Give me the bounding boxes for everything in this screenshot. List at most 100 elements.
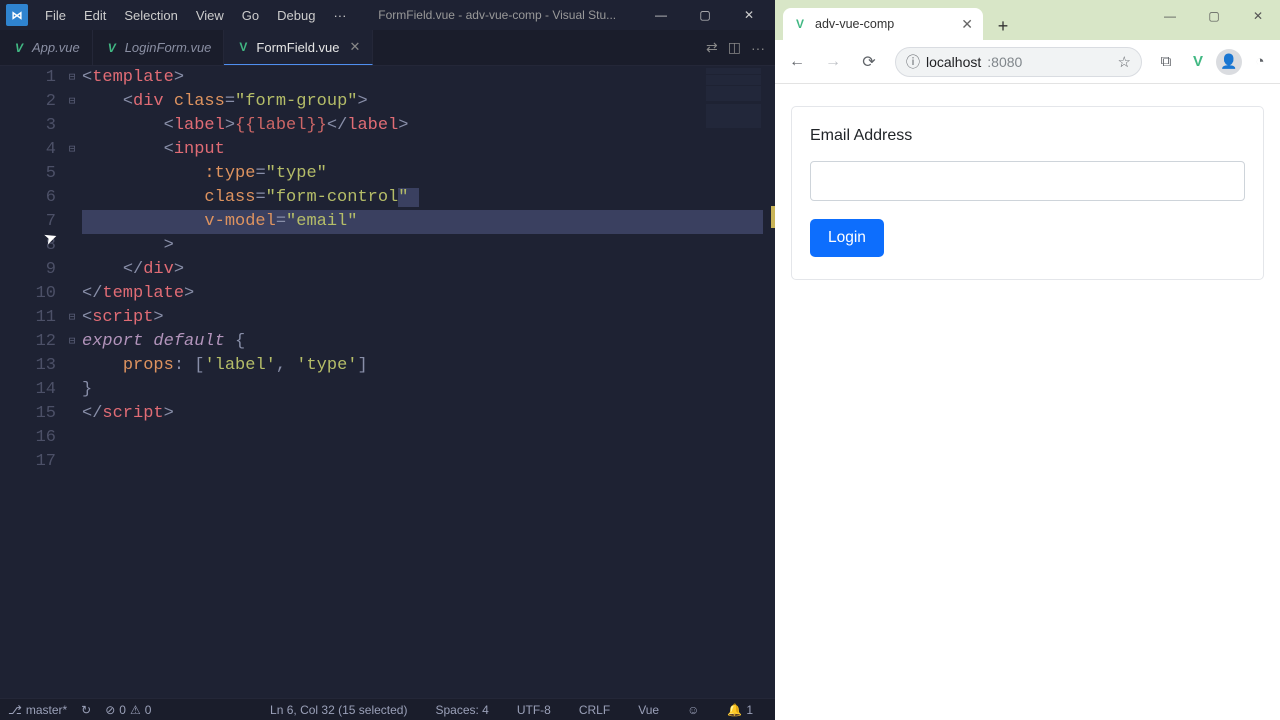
error-count: 0 [119,703,126,717]
line-number: 13 [0,354,58,378]
overview-marker [771,206,775,228]
minimize-button[interactable]: — [639,0,683,30]
maximize-button[interactable]: ▢ [1192,0,1236,32]
code-line: <div class="form-group"> [82,90,775,114]
back-button[interactable]: ← [781,46,813,78]
feedback-icon[interactable]: ☺ [687,703,699,717]
branch-icon: ⎇ [8,703,22,717]
menu-more[interactable]: ··· [324,4,355,27]
fold-toggle-icon[interactable]: ⊟ [62,90,82,114]
code-line: > [82,234,775,258]
vscode-menubar: File Edit Selection View Go Debug ··· [36,4,355,27]
tab-app-vue[interactable]: V App.vue [0,30,93,65]
tabs-actions: ⇄ ◫ ··· [696,30,775,65]
vue-devtools-icon[interactable]: V [1184,48,1212,76]
encoding[interactable]: UTF-8 [517,703,551,717]
email-label: Email Address [810,127,1245,145]
code-line: <template> [82,66,775,90]
fold-toggle-icon[interactable]: ⊟ [62,66,82,90]
warning-icon: ⚠ [130,703,141,717]
compare-changes-icon[interactable]: ⇄ [706,39,718,56]
address-bar[interactable]: ⓘ localhost:8080 ☆ [895,47,1142,77]
error-icon: ⊘ [105,703,115,717]
close-button[interactable]: ✕ [1236,0,1280,32]
tab-loginform-vue[interactable]: V LoginForm.vue [93,30,225,65]
vue-file-icon: V [12,41,26,55]
profile-avatar-icon[interactable]: 👤 [1216,49,1242,75]
new-tab-button[interactable]: + [989,12,1017,40]
code-content[interactable]: <template> <div class="form-group"> <lab… [82,66,775,698]
bookmark-star-icon[interactable]: ☆ [1118,53,1131,71]
menu-file[interactable]: File [36,4,75,27]
language-mode[interactable]: Vue [638,703,659,717]
git-branch[interactable]: ⎇ master* [8,703,67,717]
extension-icon[interactable]: ⧉ [1152,48,1180,76]
bell-icon: 🔔 [727,703,742,717]
tab-title: adv-vue-comp [815,17,953,31]
code-line: class="form-control" [82,186,775,210]
vue-favicon-icon: V [793,17,807,31]
code-line: <label>{{label}}</label> [82,114,775,138]
fold-toggle-icon[interactable]: ⊟ [62,138,82,162]
menu-edit[interactable]: Edit [75,4,115,27]
problems-errors[interactable]: ⊘ 0 ⚠ 0 [105,703,151,717]
tab-label: LoginForm.vue [125,40,212,55]
minimize-button[interactable]: — [1148,0,1192,32]
cursor-position[interactable]: Ln 6, Col 32 (15 selected) [270,703,407,717]
indentation[interactable]: Spaces: 4 [435,703,488,717]
code-line: </div> [82,258,775,282]
chrome-toolbar: ← → ⟳ ⓘ localhost:8080 ☆ ⧉ V 👤 ◔ [775,40,1280,84]
status-bar: ⎇ master* ↻ ⊘ 0 ⚠ 0 Ln 6, Col 32 (15 sel… [0,698,775,720]
more-actions-icon[interactable]: ··· [751,40,765,56]
line-number: 3 [0,114,58,138]
login-card: Email Address Login [791,106,1264,280]
data-saver-icon[interactable]: ◔ [1246,48,1274,76]
code-line: :type="type" [82,162,775,186]
line-number: 2 [0,90,58,114]
notifications[interactable]: 🔔 1 [727,703,753,717]
code-line: </template> [82,282,775,306]
fold-toggle-icon[interactable]: ⊟ [62,330,82,354]
editor[interactable]: 1 2 3 4 5 6 7 8 9 10 11 12 13 14 15 16 1… [0,66,775,698]
line-number: 9 [0,258,58,282]
browser-tab[interactable]: V adv-vue-comp ✕ [783,8,983,40]
fold-toggle-icon[interactable]: ⊟ [62,306,82,330]
code-line: v-model="email" [82,210,775,234]
minimap[interactable] [706,68,761,128]
tab-formfield-vue[interactable]: V FormField.vue ✕ [224,30,373,65]
tab-label: FormField.vue [256,40,339,55]
code-line: } [82,378,775,402]
menu-view[interactable]: View [187,4,233,27]
eol[interactable]: CRLF [579,703,610,717]
vscode-window-controls: — ▢ ✕ [639,0,771,30]
menu-go[interactable]: Go [233,4,268,27]
code-line: <input [82,138,775,162]
vscode-logo-icon: ⋈ [6,4,28,26]
code-line [82,426,775,450]
line-number: 10 [0,282,58,306]
forward-button[interactable]: → [817,46,849,78]
vscode-window: ⋈ File Edit Selection View Go Debug ··· … [0,0,775,720]
code-line: </script> [82,402,775,426]
sync-button[interactable]: ↻ [81,703,91,717]
close-tab-icon[interactable]: ✕ [961,16,973,33]
code-line: props: ['label', 'type'] [82,354,775,378]
maximize-button[interactable]: ▢ [683,0,727,30]
reload-button[interactable]: ⟳ [853,46,885,78]
notification-count: 1 [746,703,753,717]
overview-ruler[interactable] [763,66,775,698]
tab-close-icon[interactable]: ✕ [350,39,361,55]
site-info-icon[interactable]: ⓘ [906,52,920,72]
code-line: <script> [82,306,775,330]
split-editor-icon[interactable]: ◫ [728,39,741,56]
window-title: FormField.vue - adv-vue-comp - Visual St… [355,8,639,22]
login-button[interactable]: Login [810,219,884,257]
close-button[interactable]: ✕ [727,0,771,30]
line-number: 7 [0,210,58,234]
email-input[interactable] [810,161,1245,201]
page-content: Email Address Login [775,84,1280,720]
line-number: 5 [0,162,58,186]
menu-debug[interactable]: Debug [268,4,324,27]
line-number: 6 [0,186,58,210]
menu-selection[interactable]: Selection [115,4,186,27]
